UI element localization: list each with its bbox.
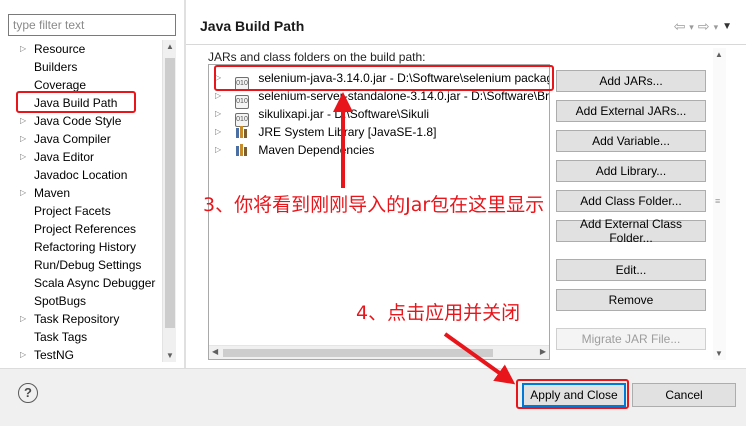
scrollbar-thumb[interactable] — [165, 58, 175, 328]
sidebar-item-testng[interactable]: ▷ TestNG — [0, 346, 162, 364]
annotation-step-3: 3、你将看到刚刚导入的Jar包在这里显示 — [203, 194, 545, 216]
sidebar-item-task-tags[interactable]: Task Tags — [0, 328, 162, 346]
add-external-class-folder-button[interactable]: Add External Class Folder... — [556, 217, 706, 245]
sidebar-item-builders[interactable]: Builders — [0, 58, 162, 76]
migrate-jar-button[interactable]: Migrate JAR File... — [556, 328, 706, 350]
add-class-folder-button[interactable]: Add Class Folder... — [556, 190, 706, 212]
sidebar-item-resource[interactable]: ▷ Resource — [0, 40, 162, 58]
scroll-right-icon[interactable]: ▶ — [540, 347, 546, 356]
title-divider — [186, 44, 746, 45]
sidebar-item-task-repository[interactable]: ▷ Task Repository — [0, 310, 162, 328]
tree-horizontal-scrollbar[interactable]: ◀ ▶ — [209, 345, 549, 359]
expand-arrow-icon[interactable]: ▷ — [215, 141, 221, 159]
sidebar-item-maven[interactable]: ▷ Maven — [0, 184, 162, 202]
forward-arrow-icon[interactable]: ⇨ — [698, 18, 710, 36]
sidebar-scrollbar[interactable]: ▲ ▼ — [162, 40, 176, 362]
sidebar-item-spotbugs[interactable]: SpotBugs — [0, 292, 162, 310]
build-path-label: JARs and class folders on the build path… — [208, 50, 426, 64]
scroll-up-icon[interactable]: ▲ — [715, 50, 723, 59]
sidebar-item-java-code-style[interactable]: ▷ Java Code Style — [0, 112, 162, 130]
add-external-jars-button[interactable]: Add External JARs... — [556, 100, 706, 122]
sidebar-item-refactoring-history[interactable]: Refactoring History — [0, 238, 162, 256]
highlight-box-jar-entry — [214, 65, 554, 91]
tree-row-sikulixapi[interactable]: ▷ 010 sikulixapi.jar - D:\Software\Sikul… — [209, 105, 549, 127]
back-arrow-icon[interactable]: ⇦ — [674, 18, 686, 36]
expand-arrow-icon[interactable]: ▷ — [20, 112, 30, 130]
expand-arrow-icon[interactable]: ▷ — [20, 148, 30, 166]
annotation-step-4: 4、点击应用并关闭 — [356, 302, 521, 324]
scrollbar-grip-icon[interactable]: ≡ — [715, 196, 720, 206]
expand-arrow-icon[interactable]: ▷ — [20, 184, 30, 202]
remove-button[interactable]: Remove — [556, 289, 706, 311]
chevron-down-icon[interactable]: ▾ — [714, 18, 719, 36]
expand-arrow-icon[interactable]: ▷ — [215, 105, 221, 123]
add-library-button[interactable]: Add Library... — [556, 160, 706, 182]
chevron-down-icon[interactable]: ▾ — [689, 18, 694, 36]
page-navigation: ⇦ ▾ ⇨ ▾ ▼ — [674, 18, 732, 36]
expand-arrow-icon[interactable]: ▷ — [215, 123, 221, 141]
highlight-box-apply-button — [516, 379, 629, 409]
scrollbar-thumb[interactable] — [223, 349, 493, 357]
filter-input[interactable] — [8, 14, 176, 36]
dialog-button-bar: ? Apply and Close Cancel — [0, 368, 746, 426]
page-scrollbar[interactable]: ▲ ≡ ▼ — [713, 48, 726, 360]
scroll-down-icon[interactable]: ▼ — [166, 351, 174, 360]
tree-row-jre-system-library[interactable]: ▷ JRE System Library [JavaSE-1.8] — [209, 123, 549, 141]
expand-arrow-icon[interactable]: ▷ — [20, 40, 30, 58]
expand-arrow-icon[interactable]: ▷ — [20, 130, 30, 148]
sidebar-item-java-editor[interactable]: ▷ Java Editor — [0, 148, 162, 166]
sidebar-item-project-references[interactable]: Project References — [0, 220, 162, 238]
library-icon — [235, 125, 249, 139]
view-menu-icon[interactable]: ▼ — [722, 18, 732, 36]
scroll-up-icon[interactable]: ▲ — [166, 42, 174, 51]
sidebar-item-javadoc-location[interactable]: Javadoc Location — [0, 166, 162, 184]
preferences-sidebar: ▷ Resource Builders Coverage Java Build … — [0, 0, 184, 368]
expand-arrow-icon[interactable]: ▷ — [20, 346, 30, 364]
property-page-list: ▷ Resource Builders Coverage Java Build … — [0, 40, 162, 364]
tree-row-maven-dependencies[interactable]: ▷ Maven Dependencies — [209, 141, 549, 159]
expand-arrow-icon[interactable]: ▷ — [20, 310, 30, 328]
cancel-button[interactable]: Cancel — [632, 383, 736, 407]
scroll-down-icon[interactable]: ▼ — [715, 349, 723, 358]
page-title: Java Build Path — [200, 18, 305, 34]
add-variable-button[interactable]: Add Variable... — [556, 130, 706, 152]
highlight-box-java-build-path — [16, 91, 136, 113]
sidebar-item-java-compiler[interactable]: ▷ Java Compiler — [0, 130, 162, 148]
sidebar-item-scala-async-debugger[interactable]: Scala Async Debugger — [0, 274, 162, 292]
add-jars-button[interactable]: Add JARs... — [556, 70, 706, 92]
scroll-left-icon[interactable]: ◀ — [212, 347, 218, 356]
help-icon[interactable]: ? — [18, 383, 38, 403]
library-icon — [235, 143, 249, 157]
sidebar-item-run-debug-settings[interactable]: Run/Debug Settings — [0, 256, 162, 274]
sidebar-item-project-facets[interactable]: Project Facets — [0, 202, 162, 220]
edit-button[interactable]: Edit... — [556, 259, 706, 281]
